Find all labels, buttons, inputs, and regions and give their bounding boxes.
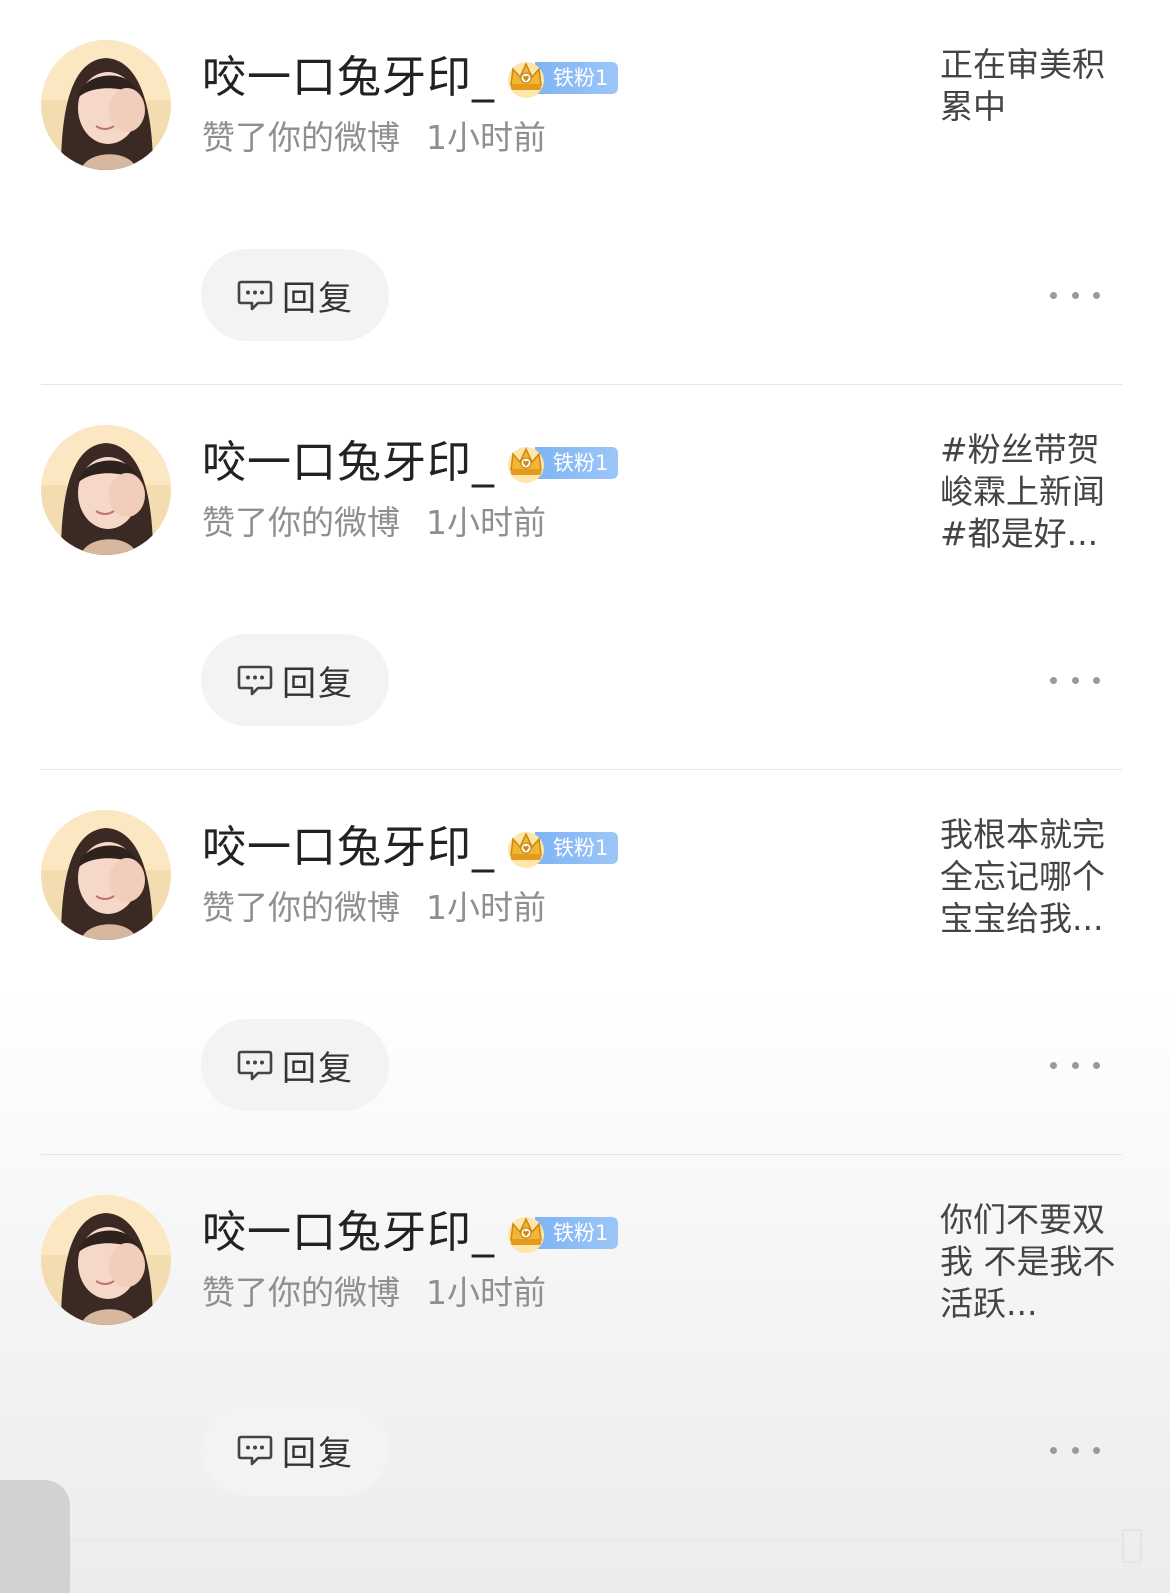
watermark-mark [1122,1529,1142,1563]
weibo-preview[interactable]: 正在审美积累中 [940,44,1125,128]
action-row: 赞了你的微博 1小时前 [202,503,546,543]
reply-button[interactable]: 回复 [201,634,389,726]
action-row: 赞了你的微博 1小时前 [202,1273,546,1313]
avatar[interactable] [41,810,171,940]
reply-button[interactable]: 回复 [201,1404,389,1496]
notification-item: 咬一口兔牙印_ 铁粉1 赞了你的微博 1小时前 你们不要双我 不是我不活跃... … [0,1155,1170,1540]
weibo-preview[interactable]: 我根本就完全忘记哪个宝宝给我... [940,814,1125,940]
more-icon[interactable] [1050,1439,1100,1461]
username[interactable]: 咬一口兔牙印_ [202,822,495,874]
weibo-preview[interactable]: 你们不要双我 不是我不活跃... [940,1199,1125,1325]
notification-item: 咬一口兔牙印_ 铁粉1 赞了你的微博 1小时前 我根本就完全忘记哪个宝宝给我...… [0,770,1170,1155]
username-row: 咬一口兔牙印_ 铁粉1 [202,437,619,489]
weibo-preview[interactable]: #粉丝带贺峻霖上新闻#都是好... [940,429,1125,555]
fan-badge[interactable]: 铁粉1 [503,825,619,871]
divider [41,1539,1122,1540]
comment-bubble-icon [236,276,274,314]
timestamp: 1小时前 [426,503,546,542]
more-icon[interactable] [1050,284,1100,306]
timestamp: 1小时前 [426,1273,546,1312]
fan-badge[interactable]: 铁粉1 [503,1210,619,1256]
notification-item: 咬一口兔牙印_ 铁粉1 赞了你的微博 1小时前 正在审美积累中 回复 [0,0,1170,385]
action-text: 赞了你的微博 [202,1273,400,1312]
action-text: 赞了你的微博 [202,118,400,157]
username-row: 咬一口兔牙印_ 铁粉1 [202,1207,619,1259]
comment-bubble-icon [236,661,274,699]
reply-button[interactable]: 回复 [201,249,389,341]
reply-button[interactable]: 回复 [201,1019,389,1111]
crown-icon [503,55,549,101]
crown-icon [503,440,549,486]
comment-bubble-icon [236,1431,274,1469]
username[interactable]: 咬一口兔牙印_ [202,1207,495,1259]
reply-label: 回复 [282,1048,354,1089]
action-row: 赞了你的微博 1小时前 [202,888,546,928]
more-icon[interactable] [1050,1054,1100,1076]
timestamp: 1小时前 [426,118,546,157]
avatar[interactable] [41,425,171,555]
action-text: 赞了你的微博 [202,888,400,927]
avatar[interactable] [41,40,171,170]
notification-item: 咬一口兔牙印_ 铁粉1 赞了你的微博 1小时前 #粉丝带贺峻霖上新闻#都是好...… [0,385,1170,770]
username-row: 咬一口兔牙印_ 铁粉1 [202,52,619,104]
username[interactable]: 咬一口兔牙印_ [202,437,495,489]
action-row: 赞了你的微博 1小时前 [202,118,546,158]
more-icon[interactable] [1050,669,1100,691]
username[interactable]: 咬一口兔牙印_ [202,52,495,104]
action-text: 赞了你的微博 [202,503,400,542]
reply-label: 回复 [282,663,354,704]
timestamp: 1小时前 [426,888,546,927]
avatar[interactable] [41,1195,171,1325]
username-row: 咬一口兔牙印_ 铁粉1 [202,822,619,874]
floating-corner-tab[interactable] [0,1480,70,1593]
reply-label: 回复 [282,1433,354,1474]
comment-bubble-icon [236,1046,274,1084]
crown-icon [503,825,549,871]
fan-badge[interactable]: 铁粉1 [503,55,619,101]
crown-icon [503,1210,549,1256]
fan-badge[interactable]: 铁粉1 [503,440,619,486]
reply-label: 回复 [282,278,354,319]
